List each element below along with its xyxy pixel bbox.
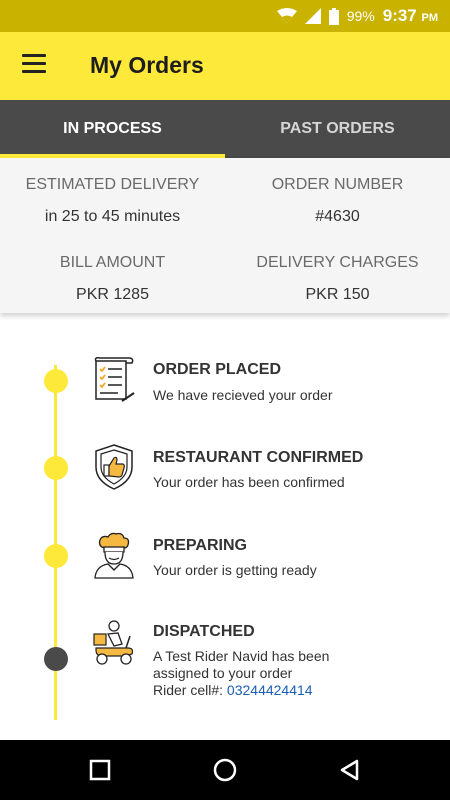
step-title: RESTAURANT CONFIRMED — [153, 449, 364, 466]
delivery-charges-value: PKR 150 — [305, 286, 370, 303]
hamburger-menu-icon[interactable] — [22, 54, 48, 76]
step-dot-current — [44, 647, 68, 671]
tab-past-orders[interactable]: PAST ORDERS — [225, 100, 450, 158]
step-dot-completed — [44, 369, 68, 393]
step-description: Your order is getting ready — [153, 562, 317, 578]
thumbs-up-shield-icon — [95, 444, 133, 490]
signal-icon — [304, 8, 321, 24]
rider-phone-link[interactable]: 03244424414 — [227, 682, 313, 698]
home-icon[interactable] — [212, 757, 238, 783]
rider-cell: Rider cell#: 03244424414 — [153, 682, 313, 699]
rider-cell-label: Rider cell#: — [153, 682, 227, 698]
bill-amount: BILL AMOUNT PKR 1285 — [0, 254, 225, 304]
step-description: We have recieved your order — [153, 387, 333, 403]
order-number: ORDER NUMBER #4630 — [225, 176, 450, 226]
bill-amount-label: BILL AMOUNT — [59, 254, 166, 271]
wifi-icon — [276, 8, 297, 23]
estimated-delivery-label: ESTIMATED DELIVERY — [25, 176, 200, 193]
step-dot-completed — [44, 456, 68, 480]
step-description: Your order has been confirmed — [153, 474, 345, 490]
estimated-delivery-value: in 25 to 45 minutes — [44, 208, 181, 225]
step-title: DISPATCHED — [153, 623, 255, 640]
clock: 9:37 PM — [383, 6, 438, 26]
clock-ampm: PM — [421, 12, 439, 24]
app-bar: My Orders — [0, 32, 450, 100]
battery-icon — [328, 7, 339, 25]
order-number-value: #4630 — [315, 208, 360, 225]
order-tabs: IN PROCESS PAST ORDERS — [0, 100, 450, 158]
delivery-scooter-icon — [93, 620, 134, 665]
battery-percent: 99% — [346, 8, 375, 24]
order-number-label: ORDER NUMBER — [271, 176, 404, 193]
status-indicators: 99% 9:37 PM — [276, 6, 438, 26]
status-bar: 99% 9:37 PM — [0, 0, 450, 32]
bill-amount-value: PKR 1285 — [76, 286, 149, 303]
recent-apps-icon[interactable] — [89, 759, 111, 781]
order-info-card: ESTIMATED DELIVERY in 25 to 45 minutes O… — [0, 158, 450, 313]
system-nav-bar — [0, 740, 450, 800]
delivery-charges: DELIVERY CHARGES PKR 150 — [225, 254, 450, 304]
estimated-delivery: ESTIMATED DELIVERY in 25 to 45 minutes — [0, 176, 225, 226]
clock-time: 9:37 — [382, 6, 417, 25]
step-dot-completed — [44, 544, 68, 568]
order-list-icon — [94, 357, 135, 402]
step-description: A Test Rider Navid has been — [153, 648, 330, 664]
back-icon[interactable] — [338, 758, 362, 782]
chef-icon — [94, 532, 134, 579]
delivery-charges-label: DELIVERY CHARGES — [256, 254, 419, 271]
step-title: PREPARING — [153, 537, 247, 554]
step-description: assigned to your order — [153, 665, 293, 681]
step-title: ORDER PLACED — [153, 361, 282, 378]
page-title: My Orders — [90, 52, 204, 78]
tab-in-process[interactable]: IN PROCESS — [0, 100, 225, 158]
